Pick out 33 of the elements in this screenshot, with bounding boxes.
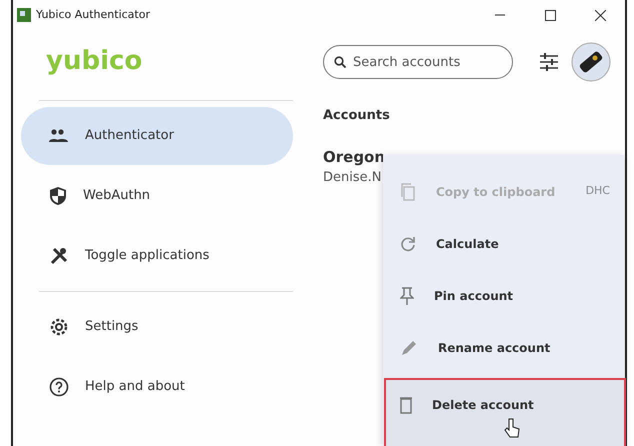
copy-icon [400, 182, 416, 200]
people-icon [49, 129, 69, 143]
gear-icon [49, 317, 69, 337]
account-subtitle: Denise.N [323, 169, 382, 187]
nav-item[interactable]: Authenticator [21, 107, 293, 165]
nav-item[interactable]: Help and about [21, 358, 293, 416]
maximize-icon[interactable] [544, 10, 556, 20]
close-icon[interactable] [594, 10, 606, 20]
window-title: Yubico Authenticator [36, 6, 150, 23]
account-name: Oregon [323, 146, 386, 168]
pencil-icon [400, 338, 418, 356]
tools-icon [49, 246, 69, 266]
shortcut-text: DHC [586, 183, 610, 200]
nav-item[interactable]: WebAuthn [21, 167, 293, 225]
menu-item[interactable]: Calculate [383, 219, 624, 268]
menu-item[interactable]: Pin account [383, 271, 624, 320]
trash-icon [400, 396, 412, 414]
menu-item[interactable]: Delete account [386, 380, 624, 446]
search-field[interactable]: Search accounts [323, 45, 513, 79]
hand-cursor-icon [504, 418, 520, 438]
logo: yubico [46, 46, 142, 76]
nav-item[interactable]: Settings [21, 298, 293, 356]
refresh-icon [400, 236, 416, 252]
pin-icon [400, 286, 414, 304]
section-title: Accounts [323, 107, 391, 125]
search-icon [334, 56, 346, 68]
app-icon [17, 8, 31, 22]
nav-item[interactable]: Toggle applications [21, 227, 293, 285]
shield-icon [49, 186, 67, 206]
filter-icon[interactable] [539, 53, 559, 71]
key-avatar-icon[interactable] [571, 42, 611, 82]
help-icon [49, 377, 69, 397]
menu-item[interactable]: Rename account [383, 323, 624, 372]
